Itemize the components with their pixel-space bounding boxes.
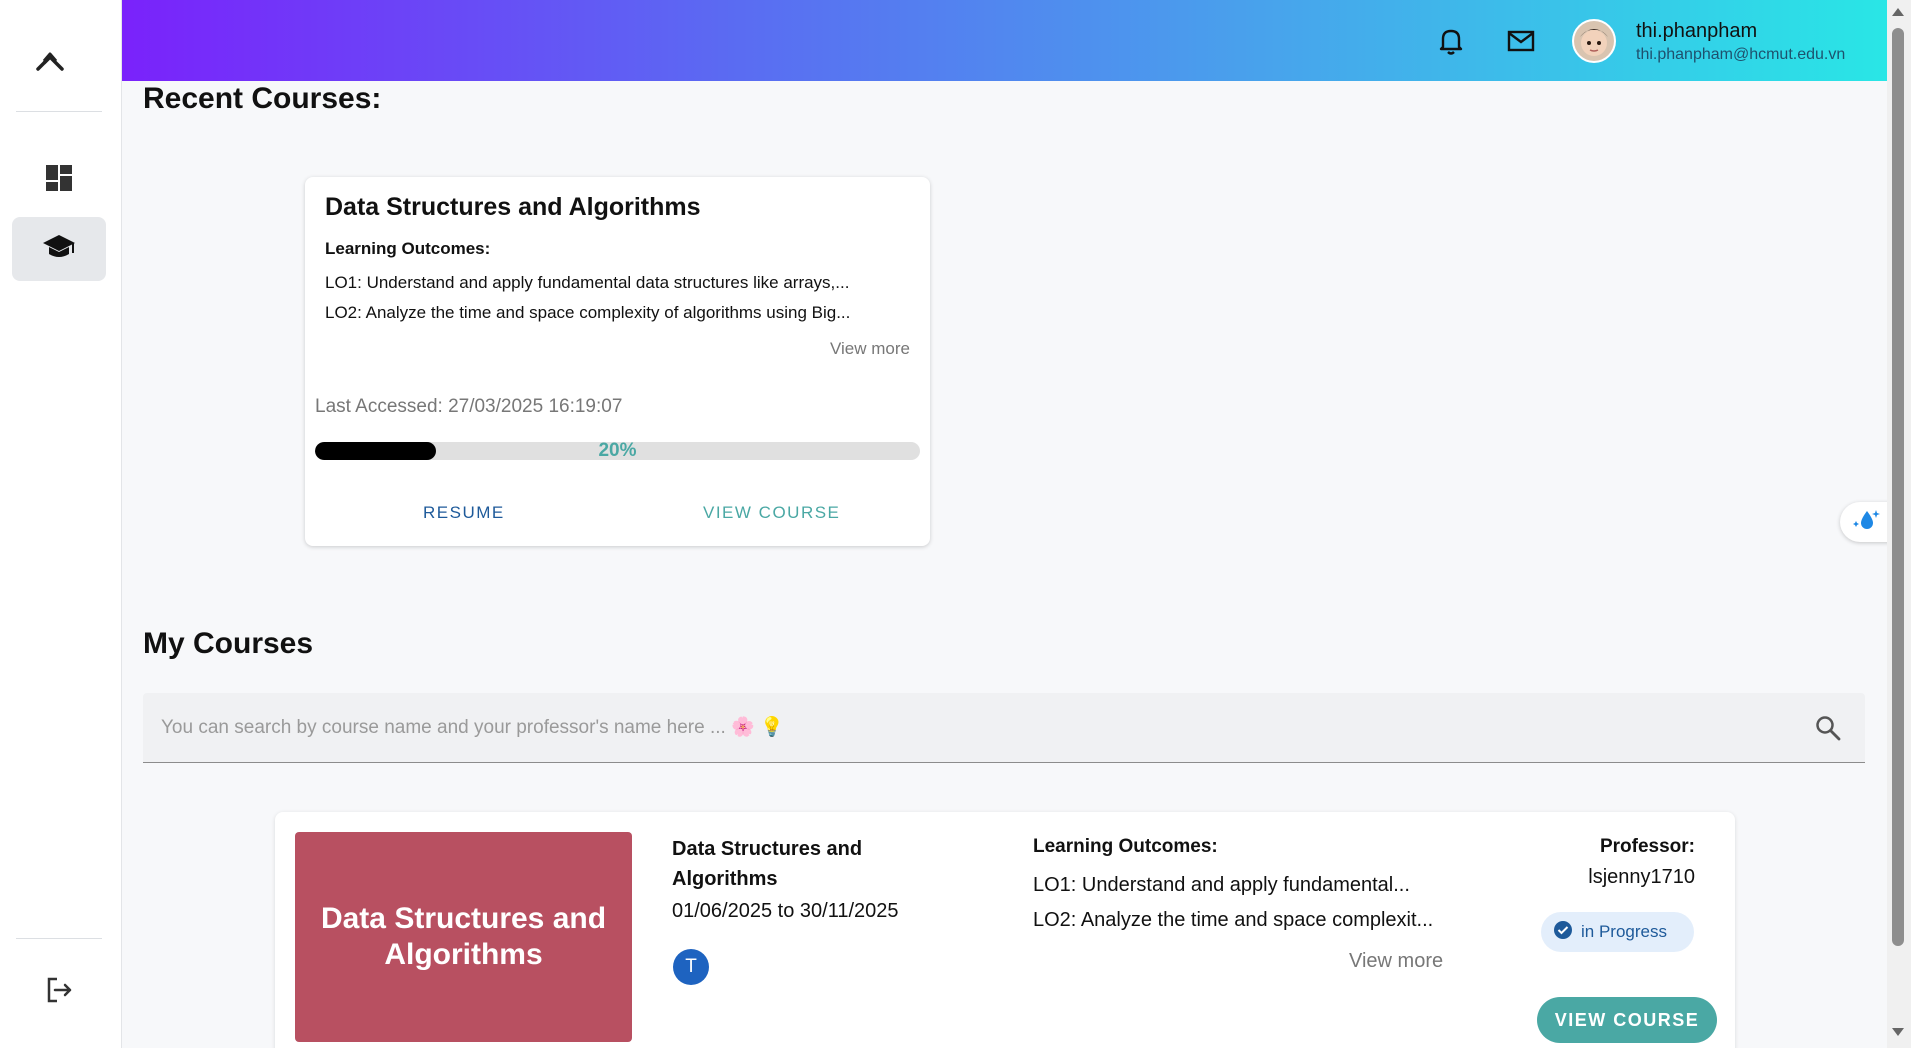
- my-courses-title: My Courses: [143, 627, 314, 660]
- course-view-more-link[interactable]: View more: [1349, 950, 1443, 973]
- professor-name: lsjenny1710: [1588, 866, 1695, 888]
- course-learning-outcome-2: LO2: Analyze the time and space complexi…: [1033, 909, 1434, 931]
- recent-courses-title: Recent Courses:: [143, 82, 382, 115]
- graduation-cap-icon: [42, 232, 76, 267]
- course-thumbnail[interactable]: Data Structures and Algorithms: [295, 832, 632, 1042]
- learning-outcome-2: LO2: Analyze the time and space complexi…: [325, 303, 851, 322]
- page-scrollbar[interactable]: [1887, 0, 1911, 1048]
- sidebar-item-dashboard[interactable]: [12, 148, 106, 212]
- sidebar-item-courses[interactable]: [12, 217, 106, 281]
- logout-button[interactable]: [12, 960, 106, 1024]
- logout-icon: [44, 975, 74, 1010]
- last-accessed-text: Last Accessed: 27/03/2025 16:19:07: [315, 396, 623, 417]
- sparkle-drop-icon: [1851, 507, 1881, 538]
- top-header: thi.phanpham thi.phanpham@hcmut.edu.vn: [122, 0, 1887, 81]
- course-search-input[interactable]: [161, 693, 1761, 763]
- dashboard-icon: [45, 164, 73, 197]
- user-name: thi.phanpham: [1636, 20, 1758, 42]
- scroll-up-arrow-icon[interactable]: [1892, 8, 1904, 16]
- scroll-down-arrow-icon[interactable]: [1892, 1028, 1904, 1036]
- course-card: Data Structures and Algorithms Data Stru…: [275, 812, 1735, 1048]
- sidebar-divider: [16, 111, 102, 112]
- resume-button[interactable]: RESUME: [423, 503, 505, 523]
- professor-label: Professor:: [1599, 836, 1695, 857]
- learning-outcomes-label: Learning Outcomes:: [325, 239, 491, 258]
- check-circle-icon: [1553, 920, 1573, 945]
- bell-icon[interactable]: [1435, 25, 1467, 57]
- status-badge: in Progress: [1541, 912, 1694, 952]
- status-text: in Progress: [1581, 922, 1667, 941]
- sidebar: [0, 0, 122, 1048]
- course-search-bar: [143, 693, 1865, 763]
- course-learning-outcomes-label: Learning Outcomes:: [1033, 836, 1218, 857]
- course-view-course-button[interactable]: VIEW COURSE: [1537, 997, 1717, 1043]
- sidebar-divider-bottom: [16, 938, 102, 939]
- course-name: Data Structures and Algorithms: [672, 838, 863, 890]
- user-avatar[interactable]: [1572, 19, 1616, 63]
- instructor-avatar: T: [673, 949, 709, 985]
- recent-course-title[interactable]: Data Structures and Algorithms: [325, 193, 701, 222]
- progress-percent: 20%: [598, 440, 637, 461]
- course-dates: 01/06/2025 to 30/11/2025: [672, 900, 899, 922]
- app-logo-icon[interactable]: [30, 40, 70, 80]
- view-more-link[interactable]: View more: [830, 339, 910, 359]
- floating-assistant-button[interactable]: [1840, 502, 1892, 542]
- user-email: thi.phanpham@hcmut.edu.vn: [1636, 46, 1846, 63]
- recent-course-card: Data Structures and Algorithms Learning …: [305, 177, 930, 546]
- learning-outcome-1: LO1: Understand and apply fundamental da…: [325, 273, 850, 292]
- mail-icon[interactable]: [1505, 25, 1537, 57]
- search-icon[interactable]: [1815, 715, 1841, 741]
- course-learning-outcome-1: LO1: Understand and apply fundamental...: [1033, 874, 1410, 896]
- view-course-button[interactable]: VIEW COURSE: [703, 503, 840, 523]
- scrollbar-thumb[interactable]: [1892, 28, 1904, 946]
